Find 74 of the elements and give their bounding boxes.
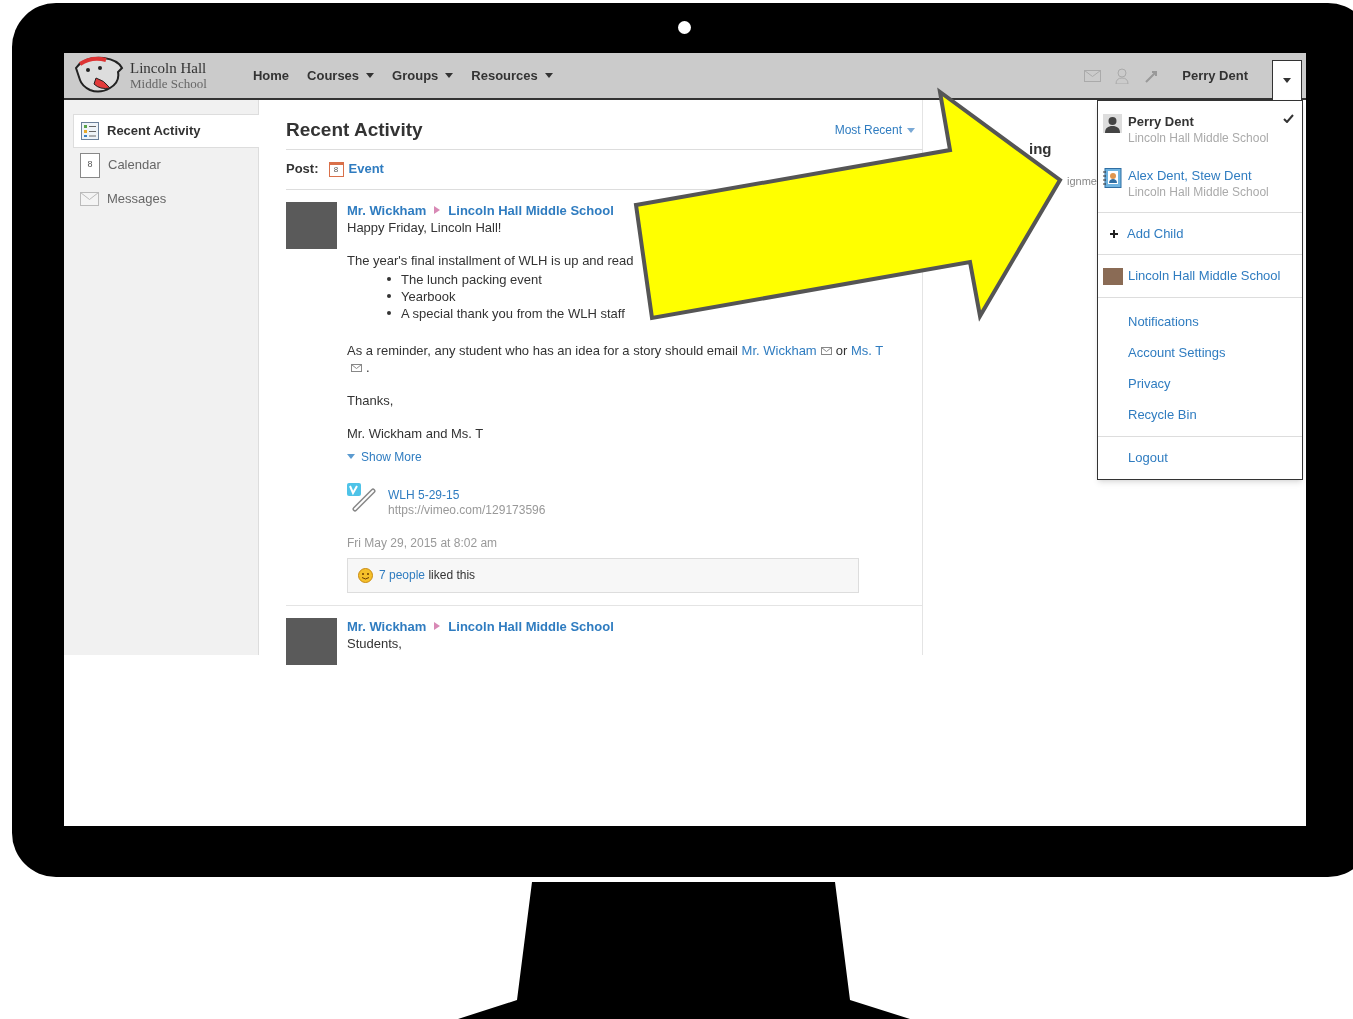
menu-link[interactable]: Account Settings <box>1098 337 1226 368</box>
photo-placeholder <box>286 617 337 665</box>
post-text: Mr. Wickham and Ms. T <box>347 424 485 442</box>
school-name: Lincoln Hall <box>130 60 207 76</box>
person-icon <box>1103 114 1122 133</box>
author-link[interactable]: Mr. Wickham <box>347 201 427 219</box>
panel-text: ignme <box>1067 173 1097 189</box>
sidebar-item[interactable]: Recent Activity <box>73 114 259 148</box>
bullet-icon <box>387 277 391 281</box>
group-link[interactable]: Lincoln Hall Middle School <box>448 617 614 635</box>
photo-placeholder <box>1103 267 1123 285</box>
mail-icon[interactable] <box>820 347 832 356</box>
group-link[interactable]: Lincoln Hall Middle School <box>448 201 614 219</box>
account-menu-button[interactable] <box>1272 59 1302 100</box>
menu-link[interactable]: Recycle Bin <box>1098 399 1197 430</box>
reminder-text: As a reminder, any student who has an idea for a story should email Mr. Wickham or Ms. T . <box>347 341 885 376</box>
nav-link[interactable]: Home <box>252 65 290 86</box>
bullet-text: Yearbook <box>401 287 456 305</box>
sort-dropdown[interactable]: Most Recent <box>834 121 915 140</box>
post-text: Students, <box>347 634 403 652</box>
bullet-text: A special thank you from the WLH staff <box>401 304 625 322</box>
post-text: Happy Friday, Lincoln Hall! <box>347 218 503 236</box>
user-name[interactable]: Perry Dent <box>1182 65 1248 86</box>
account-school: Lincoln Hall Middle School <box>1128 184 1270 200</box>
email-link[interactable]: Mr. Wickham <box>741 342 817 358</box>
video-link[interactable]: WLH 5-29-15 <box>388 487 546 503</box>
sidebar-item[interactable]: 8 Calendar <box>73 148 259 182</box>
account-name: Alex Dent, Stew Dent <box>1128 168 1253 184</box>
post-label: Post: <box>286 160 319 179</box>
author-link[interactable]: Mr. Wickham <box>347 617 427 635</box>
video-url: https://vimeo.com/129173596 <box>388 502 546 518</box>
mail-icon <box>80 192 99 206</box>
bullet-icon <box>387 294 391 298</box>
sidebar-item[interactable]: Messages <box>73 182 259 216</box>
caret-icon <box>1283 77 1291 83</box>
caret-icon <box>907 127 915 133</box>
mail-icon[interactable] <box>351 364 362 373</box>
bullet-icon <box>387 311 391 315</box>
logout-link[interactable]: Logout <box>1098 437 1168 479</box>
school-subtitle: Middle School <box>130 75 207 91</box>
triangle-right-icon <box>434 206 441 214</box>
account-item[interactable]: Perry Dent Lincoln Hall Middle School <box>1098 101 1302 155</box>
event-button[interactable]: 8 Event <box>328 159 384 179</box>
people-link[interactable]: 7 people <box>379 568 426 582</box>
menu-link[interactable]: Privacy <box>1098 368 1171 399</box>
nav-link[interactable]: Resources <box>471 65 553 86</box>
page-title: Recent Activity <box>286 118 423 142</box>
list-icon <box>81 122 99 140</box>
triangle-right-icon <box>434 622 441 630</box>
bullet-text: The lunch packing event <box>401 270 542 288</box>
post-text: The year's final installment of WLH is up and read <box>347 251 635 269</box>
email-link[interactable]: Ms. T <box>850 342 884 358</box>
post-text: Thanks, <box>347 391 395 409</box>
calendar-icon: 8 <box>328 161 344 177</box>
show-more-link[interactable]: Show More <box>347 447 422 466</box>
school-link[interactable]: Lincoln Hall Middle School <box>1098 255 1302 297</box>
smiley-icon <box>358 567 373 583</box>
plus-icon <box>1110 229 1118 238</box>
account-school: Lincoln Hall Middle School <box>1128 130 1270 146</box>
account-item[interactable]: Alex Dent, Stew Dent Lincoln Hall Middle School <box>1098 155 1302 209</box>
nav-link[interactable]: Groups <box>392 65 454 86</box>
add-child-link[interactable]: Add Child <box>1098 213 1302 254</box>
nav-link[interactable]: Courses <box>307 65 375 86</box>
checkmark-icon <box>1283 114 1294 123</box>
calendar-icon: 8 <box>80 152 100 178</box>
post-timestamp: Fri May 29, 2015 at 8:02 am <box>347 534 499 552</box>
panel-heading: ing <box>1029 139 1053 159</box>
photo-placeholder <box>286 201 337 249</box>
account-name: Perry Dent <box>1128 114 1195 130</box>
caret-icon <box>347 454 355 459</box>
address-book-icon <box>1103 168 1122 188</box>
jaguar-logo <box>74 55 124 96</box>
likes-text: 7 people liked this <box>379 567 476 584</box>
menu-link[interactable]: Notifications <box>1098 306 1199 337</box>
